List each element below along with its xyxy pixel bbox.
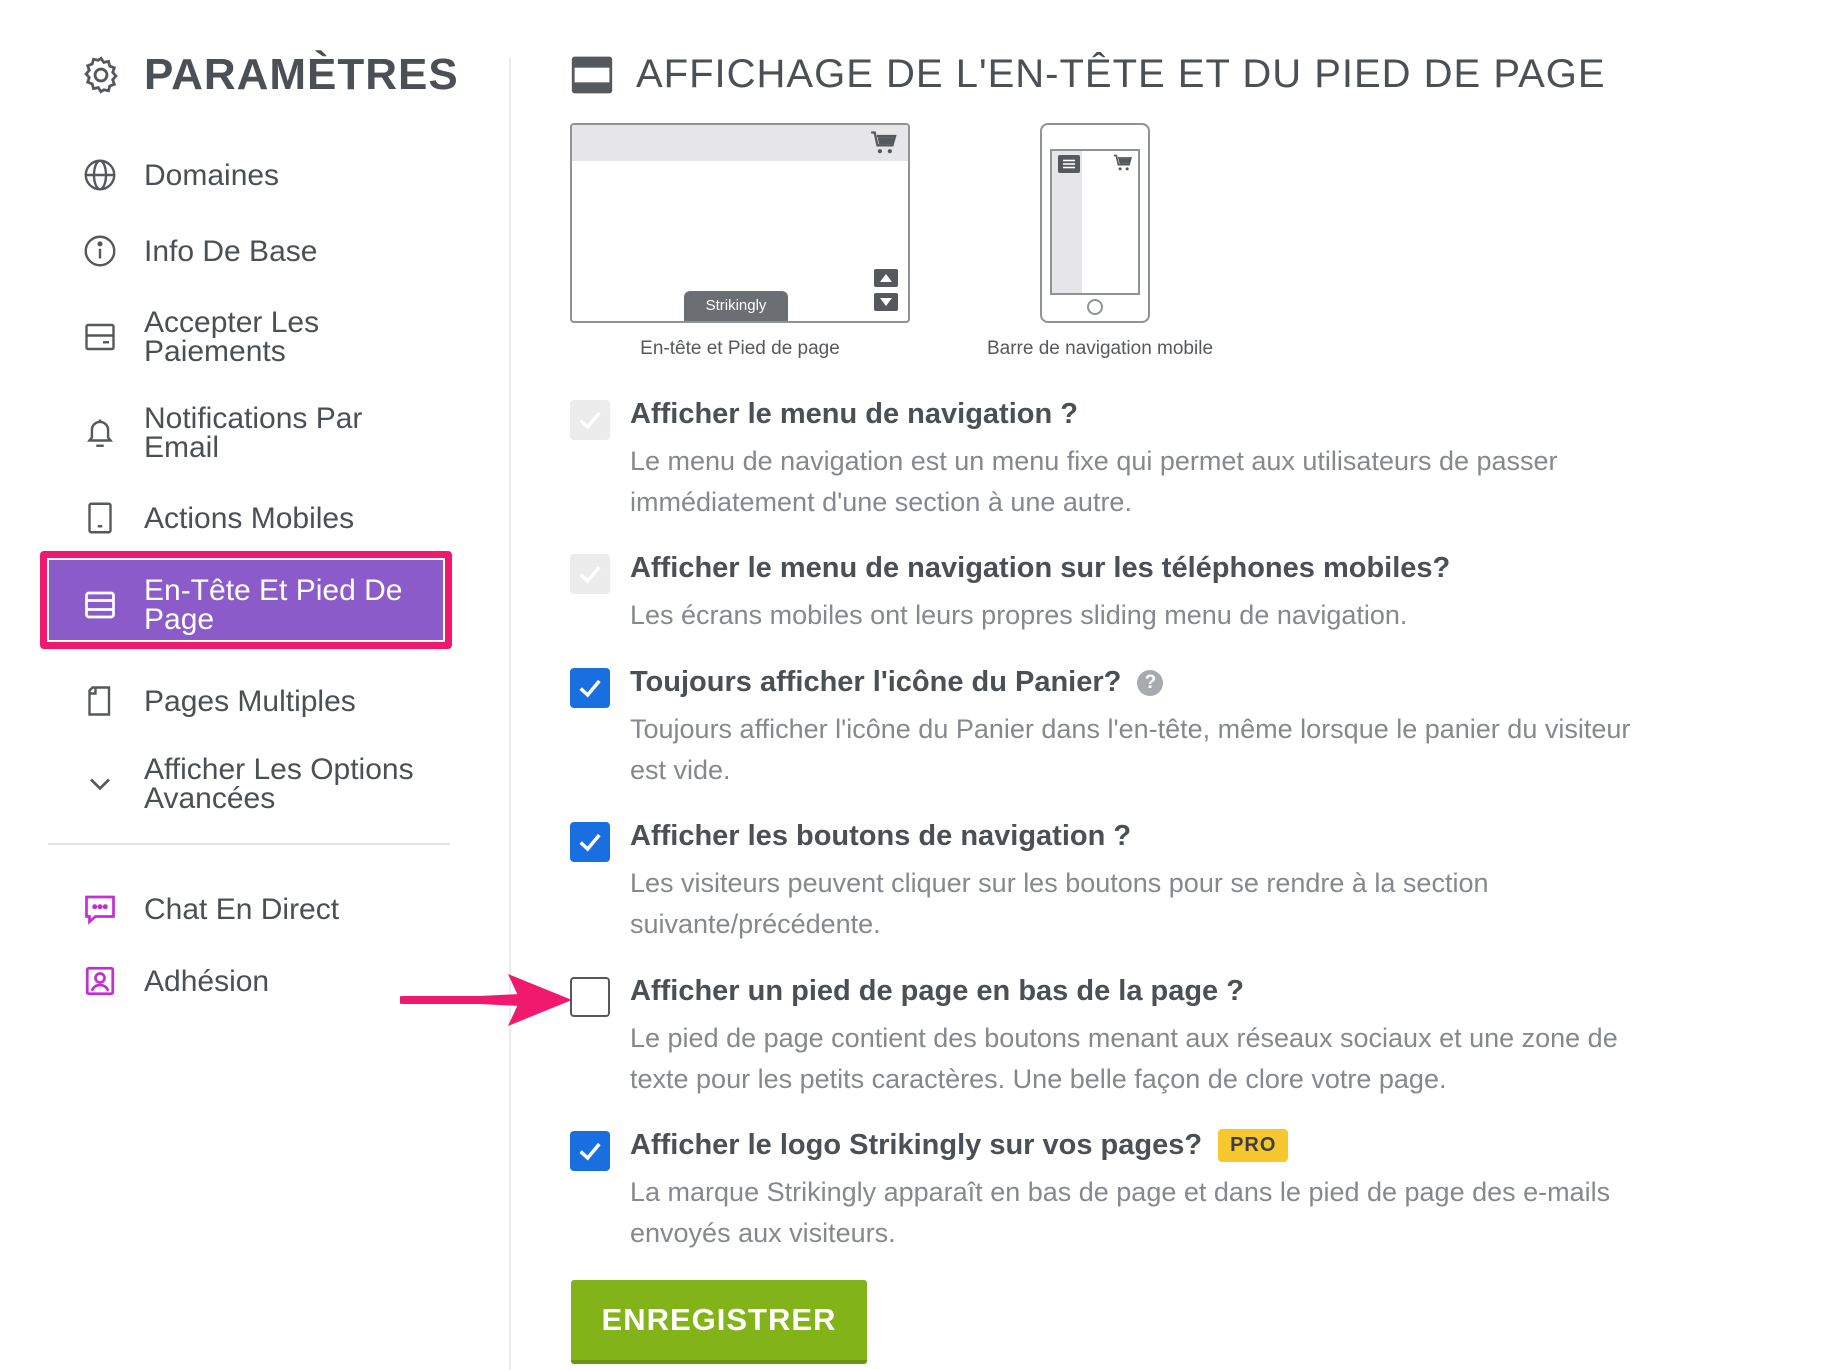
- desktop-preview-caption: En-tête et Pied de page: [640, 338, 840, 359]
- check-icon: [579, 565, 601, 584]
- sidebar-item-chat-en-direct[interactable]: Chat En Direct: [82, 891, 339, 927]
- sidebar-item-adhesion[interactable]: Adhésion: [82, 963, 269, 999]
- option-title: Afficher les boutons de navigation ?: [630, 820, 1132, 852]
- annotation-arrow-icon: [400, 974, 572, 1026]
- vertical-divider: [509, 58, 511, 1370]
- check-icon: [579, 1142, 601, 1161]
- membership-icon: [82, 963, 118, 999]
- page-title: AFFICHAGE DE L'EN-TÊTE ET DU PIED DE PAG…: [570, 52, 1606, 97]
- arrow-down-icon: [874, 293, 898, 311]
- menu-icon: [1058, 155, 1080, 173]
- sidebar-item-en-tete-pied-de-page[interactable]: En-Tête Et Pied De Page: [82, 574, 403, 636]
- chevron-down-icon: [82, 766, 118, 802]
- mobile-preview: [1040, 123, 1150, 323]
- globe-icon: [82, 157, 118, 193]
- checkbox-strikingly-logo[interactable]: [570, 1131, 610, 1171]
- header-footer-icon: [82, 587, 118, 623]
- phone-home-button: [1087, 299, 1103, 315]
- settings-sidebar: PARAMÈTRES Domaines Info De Base Accepte…: [0, 0, 500, 1370]
- sidebar-item-domaines[interactable]: Domaines: [82, 157, 279, 193]
- sidebar-item-label: Pages Multiples: [144, 684, 356, 718]
- pages-icon: [82, 683, 118, 719]
- checkbox-nav-menu[interactable]: [570, 400, 610, 440]
- sidebar-item-options-avancees[interactable]: Afficher Les Options Avancées: [82, 753, 414, 815]
- check-icon: [579, 411, 601, 430]
- sidebar-item-label: En-Tête Et Pied De: [144, 574, 403, 607]
- option-title: Afficher le menu de navigation ?: [630, 398, 1078, 430]
- check-icon: [579, 833, 601, 852]
- cart-icon: [871, 131, 897, 154]
- preview-header-bar: [572, 125, 908, 161]
- option-title: Afficher le menu de navigation sur les t…: [630, 552, 1451, 584]
- sidebar-title: PARAMÈTRES: [80, 50, 459, 100]
- chat-icon: [82, 891, 118, 927]
- card-icon: [82, 319, 118, 355]
- option-description: Le menu de navigation est un menu fixe q…: [630, 446, 1558, 517]
- option-description: Toujours afficher l'icône du Panier dans…: [630, 714, 1631, 785]
- desktop-preview: Strikingly: [570, 123, 910, 323]
- option-title: Afficher un pied de page en bas de la pa…: [630, 975, 1244, 1007]
- checkbox-footer[interactable]: [570, 977, 610, 1017]
- option-description: Les écrans mobiles ont leurs propres sli…: [630, 600, 1408, 630]
- page-title-text: AFFICHAGE DE L'EN-TÊTE ET DU PIED DE PAG…: [636, 52, 1606, 96]
- help-icon[interactable]: ?: [1137, 669, 1164, 696]
- preview-footer-tab: Strikingly: [684, 291, 788, 321]
- sidebar-item-info-de-base[interactable]: Info De Base: [82, 233, 317, 269]
- checkbox-mobile-nav-menu[interactable]: [570, 554, 610, 594]
- sidebar-item-label-line2: Page: [144, 603, 215, 636]
- sidebar-item-pages-multiples[interactable]: Pages Multiples: [82, 683, 356, 719]
- tablet-icon: [82, 500, 118, 536]
- option-title: Toujours afficher l'icône du Panier? ?: [630, 666, 1164, 699]
- save-button[interactable]: ENREGISTRER: [571, 1280, 867, 1364]
- sidebar-item-label: Afficher Les Options: [144, 753, 414, 786]
- arrow-up-icon: [874, 269, 898, 287]
- sidebar-item-notifications[interactable]: Notifications Par Email: [82, 402, 363, 464]
- bell-icon: [82, 415, 118, 451]
- option-description: La marque Strikingly apparaît en bas de …: [630, 1177, 1611, 1248]
- cart-icon: [1113, 154, 1133, 171]
- sidebar-divider: [48, 843, 450, 845]
- sidebar-item-label-line2: Avancées: [144, 782, 276, 815]
- sidebar-extra-label: Chat En Direct: [144, 892, 340, 926]
- option-title: Afficher le logo Strikingly sur vos page…: [630, 1129, 1289, 1162]
- sidebar-item-label-line2: Email: [144, 431, 220, 464]
- option-description: Les visiteurs peuvent cliquer sur les bo…: [630, 868, 1489, 939]
- sidebar-title-text: PARAMÈTRES: [144, 50, 459, 99]
- checkbox-nav-buttons[interactable]: [570, 822, 610, 862]
- gear-icon: [84, 56, 118, 94]
- sidebar-extra-label: Adhésion: [144, 964, 270, 998]
- option-description: Le pied de page contient des boutons men…: [630, 1023, 1618, 1094]
- sidebar-item-label: Info De Base: [144, 234, 318, 268]
- sidebar-item-label: Notifications Par: [144, 402, 363, 435]
- check-icon: [579, 679, 601, 698]
- sidebar-item-actions-mobiles[interactable]: Actions Mobiles: [82, 500, 354, 536]
- checkbox-cart-icon[interactable]: [570, 668, 610, 708]
- sidebar-item-label: Actions Mobiles: [144, 501, 355, 535]
- sidebar-item-label: Domaines: [144, 158, 280, 192]
- pro-badge: PRO: [1218, 1129, 1289, 1162]
- sidebar-item-label-line2: Paiements: [144, 335, 286, 368]
- header-footer-icon: [571, 56, 613, 93]
- sidebar-item-label: Accepter Les: [144, 306, 320, 339]
- info-icon: [82, 233, 118, 269]
- mobile-preview-caption: Barre de navigation mobile: [986, 338, 1214, 359]
- sidebar-item-paiements[interactable]: Accepter Les Paiements: [82, 306, 320, 368]
- phone-screen: [1050, 149, 1140, 295]
